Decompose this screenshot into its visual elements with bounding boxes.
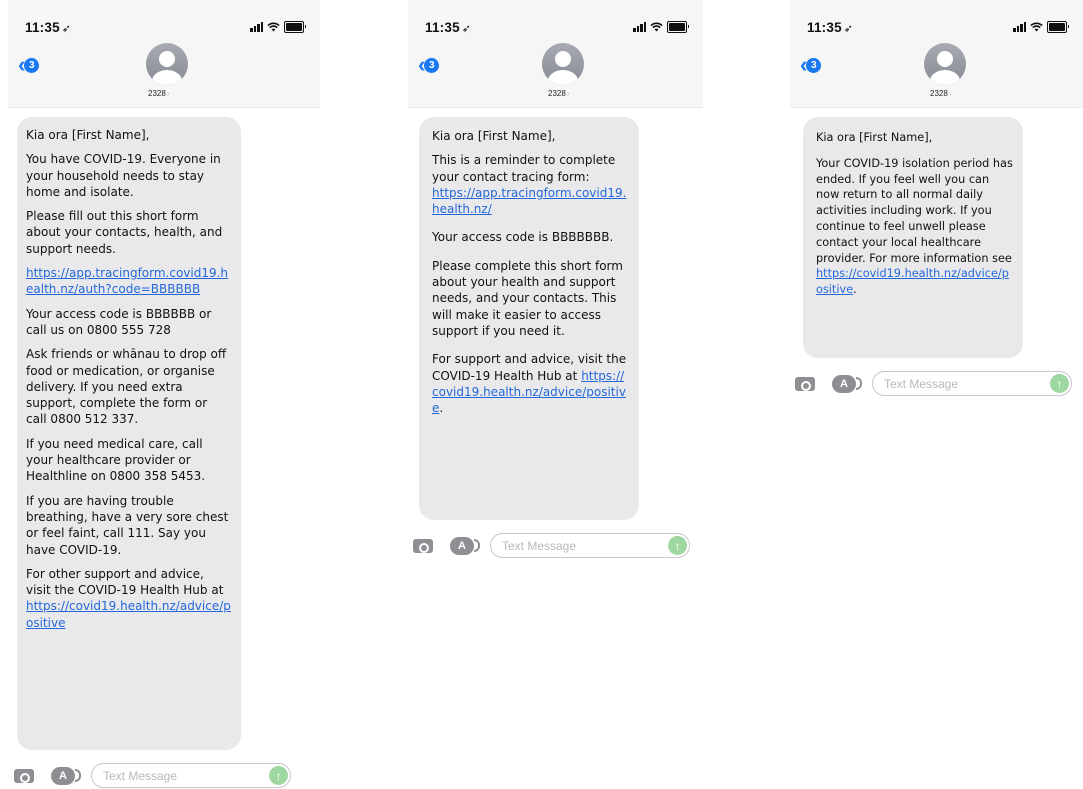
app-store-icon[interactable]: A: [450, 536, 480, 555]
conversation-header: 11:35 ➶ ‹ 3 2328›: [790, 0, 1083, 108]
message-text: This is a reminder to complete your cont…: [432, 153, 616, 184]
camera-icon[interactable]: [795, 376, 815, 391]
location-arrow-icon: ➶: [61, 23, 72, 35]
message-input-placeholder: Text Message: [103, 768, 178, 783]
health-hub-link[interactable]: https://covid19.health.nz/advice/positiv…: [816, 267, 1009, 296]
message-text: Kia ora [First Name],: [816, 131, 933, 144]
message-input-placeholder: Text Message: [502, 538, 577, 553]
message-input-placeholder: Text Message: [884, 376, 959, 391]
status-bar: 11:35 ➶: [25, 19, 306, 37]
status-bar: 11:35 ➶: [425, 19, 689, 37]
message-text: If you need medical care, call your heal…: [26, 436, 206, 484]
send-arrow-icon[interactable]: ↑: [1050, 374, 1069, 393]
message-text: Kia ora [First Name],: [26, 128, 150, 142]
contact-avatar-icon[interactable]: [924, 43, 966, 85]
unread-badge: 3: [24, 57, 40, 73]
back-button[interactable]: ‹ 3: [18, 54, 40, 76]
compose-bar: A Text Message ↑: [14, 763, 291, 788]
location-arrow-icon: ➶: [461, 23, 472, 35]
contact-name[interactable]: 2328›: [930, 89, 951, 98]
message-text: Ask friends or whānau to drop off food o…: [26, 347, 227, 427]
app-store-icon[interactable]: A: [832, 374, 862, 393]
unread-badge: 3: [424, 57, 440, 73]
message-screen-3: 11:35 ➶ ‹ 3 2328› Kia ora [First Name], Y…: [790, 0, 1083, 396]
unread-badge: 3: [806, 57, 822, 73]
contact-avatar-icon[interactable]: [146, 43, 188, 85]
status-bar: 11:35 ➶: [807, 19, 1069, 37]
tracing-form-link[interactable]: https://app.tracingform.covid19.health.n…: [26, 266, 228, 296]
back-button[interactable]: ‹ 3: [800, 54, 822, 76]
battery-icon: [667, 21, 689, 33]
status-time: 11:35: [807, 20, 842, 35]
message-screen-1: 11:35 ➶ ‹ 3 2328› Kia ora [First Name], Y…: [8, 0, 320, 788]
signal-icon: [250, 22, 263, 32]
wifi-icon: [650, 22, 663, 32]
message-bubble: Kia ora [First Name], Your COVID-19 isol…: [803, 117, 1023, 358]
message-text: If you are having trouble breathing, hav…: [26, 493, 229, 557]
message-text: Your access code is BBBBBBB.: [432, 230, 614, 245]
message-text: You have COVID-19. Everyone in your hous…: [26, 152, 221, 199]
send-arrow-icon[interactable]: ↑: [269, 766, 288, 785]
send-arrow-icon[interactable]: ↑: [668, 536, 687, 555]
compose-bar: A Text Message ↑: [413, 533, 690, 558]
signal-icon: [633, 22, 646, 32]
signal-icon: [1013, 22, 1026, 32]
message-text: Your COVID-19 isolation period has ended…: [816, 156, 1013, 265]
location-arrow-icon: ➶: [843, 23, 854, 35]
message-screen-2: 11:35 ➶ ‹ 3 2328› Kia ora [First Name], T…: [408, 0, 703, 558]
battery-icon: [284, 21, 306, 33]
contact-avatar-icon[interactable]: [542, 43, 584, 85]
message-bubble: Kia ora [First Name], You have COVID-19.…: [17, 117, 241, 750]
health-hub-link[interactable]: https://covid19.health.nz/advice/positiv…: [26, 599, 231, 629]
message-text: Please fill out this short form about yo…: [26, 209, 223, 256]
message-text: Please complete this short form about yo…: [432, 258, 623, 338]
message-text: Your access code is BBBBBB or call us on…: [26, 306, 212, 337]
message-input[interactable]: Text Message ↑: [490, 533, 690, 558]
compose-bar: A Text Message ↑: [795, 371, 1072, 396]
message-bubble: Kia ora [First Name], This is a reminder…: [419, 117, 639, 520]
message-input[interactable]: Text Message ↑: [91, 763, 291, 788]
tracing-form-link[interactable]: https://app.tracingform.covid19.health.n…: [432, 186, 626, 216]
contact-name[interactable]: 2328›: [548, 89, 569, 98]
message-text: Kia ora [First Name],: [432, 129, 556, 143]
wifi-icon: [1030, 22, 1043, 32]
conversation-header: 11:35 ➶ ‹ 3 2328›: [408, 0, 703, 108]
wifi-icon: [267, 22, 280, 32]
contact-name[interactable]: 2328›: [148, 89, 169, 98]
status-time: 11:35: [25, 20, 60, 35]
back-button[interactable]: ‹ 3: [418, 54, 440, 76]
camera-icon[interactable]: [14, 768, 34, 783]
battery-icon: [1047, 21, 1069, 33]
status-time: 11:35: [425, 20, 460, 35]
conversation-header: 11:35 ➶ ‹ 3 2328›: [8, 0, 320, 108]
message-text: For other support and advice, visit the …: [26, 566, 224, 598]
message-input[interactable]: Text Message ↑: [872, 371, 1072, 396]
camera-icon[interactable]: [413, 538, 433, 553]
app-store-icon[interactable]: A: [51, 766, 81, 785]
